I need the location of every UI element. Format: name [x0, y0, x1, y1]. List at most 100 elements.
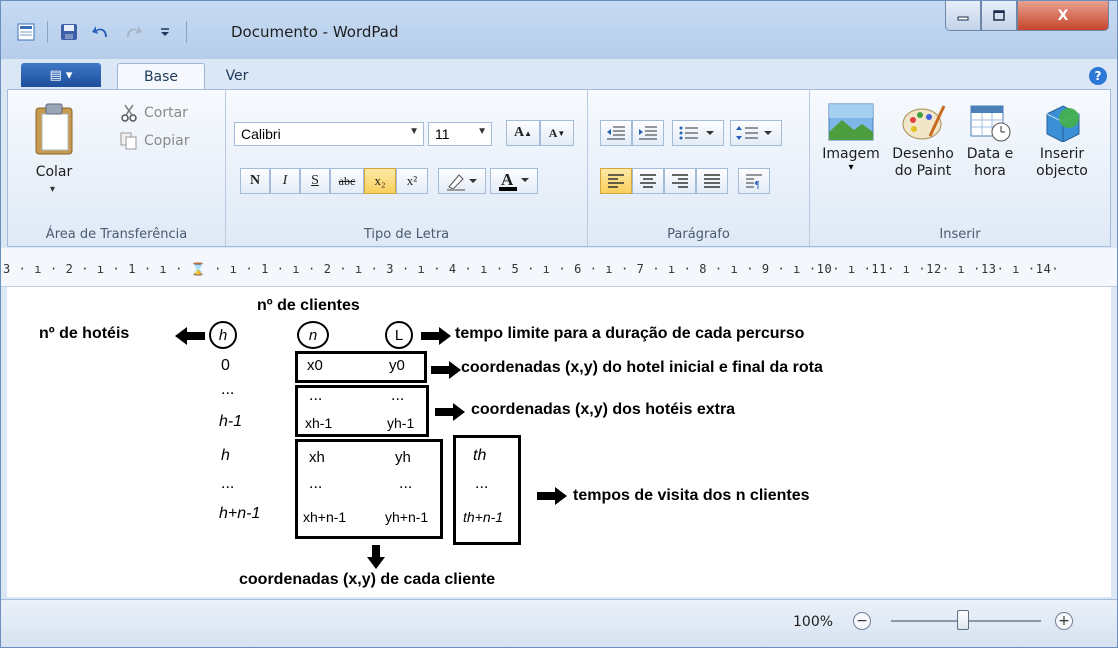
close-button[interactable]: X [1017, 1, 1109, 31]
cut-button[interactable]: Cortar [120, 104, 188, 122]
wordpad-window: Documento - WordPad X ▤ ▾ Base Ver ? Col… [0, 0, 1118, 648]
font-group: Calibri ▼ 11 ▼ A ▲ A ▼ N I S abc x₂ x² A T… [226, 90, 588, 246]
y-h-plus-n-minus-1-value: yh+n-1 [385, 509, 429, 525]
align-center-button[interactable] [632, 168, 664, 194]
window-title: Documento - WordPad [231, 23, 399, 41]
font-family-select[interactable]: Calibri ▼ [234, 122, 424, 146]
align-left-icon [608, 174, 624, 188]
minimize-button[interactable] [945, 1, 981, 31]
x-dots-2: ... [309, 475, 323, 492]
paragraph-group-label: Parágrafo [667, 227, 730, 242]
insert-datetime-button[interactable]: Data e hora [960, 102, 1020, 180]
paste-label: Colar [35, 164, 73, 180]
circle-h: h [209, 321, 237, 349]
copy-icon [120, 132, 137, 150]
cut-label: Cortar [144, 105, 188, 121]
tab-base[interactable]: Base [117, 63, 205, 90]
copy-button[interactable]: Copiar [120, 132, 189, 150]
coords-clients-label: coordenadas (x,y) de cada cliente [239, 571, 496, 588]
increase-indent-icon [639, 126, 657, 140]
bold-button[interactable]: N [240, 168, 270, 194]
file-menu-button[interactable]: ▤ ▾ [21, 63, 101, 87]
ribbon-tabs: ▤ ▾ Base Ver ? [1, 59, 1117, 90]
maximize-icon [993, 10, 1005, 21]
insert-group-label: Inserir [939, 227, 981, 242]
maximize-button[interactable] [981, 1, 1017, 31]
y-h-minus-1-value: yh-1 [387, 415, 415, 431]
paint-label-2: do Paint [894, 163, 952, 179]
left-arrow-icon [175, 327, 205, 345]
ruler[interactable]: 3 · ı · 2 · ı · 1 · ı · ⌛ · ı · 1 · ı · … [1, 248, 1117, 287]
paste-dropdown-icon[interactable]: ▾ [50, 184, 55, 195]
row-h-index: h [221, 447, 230, 464]
grow-font-icon: A [513, 125, 525, 140]
font-color-button[interactable]: A [490, 168, 538, 194]
t-dots: ... [475, 475, 489, 492]
bullet-list-button[interactable] [672, 120, 724, 146]
subscript-button[interactable]: x₂ [364, 168, 396, 194]
superscript-button[interactable]: x² [396, 168, 428, 194]
align-left-button[interactable] [600, 168, 632, 194]
datetime-label-1: Data e [966, 146, 1014, 162]
wordpad-app-icon[interactable] [15, 21, 37, 43]
svg-text:A: A [501, 170, 514, 189]
file-menu-icon: ▤ ▾ [49, 67, 73, 83]
save-icon[interactable] [58, 21, 80, 43]
decrease-indent-icon [607, 126, 625, 140]
font-size-select[interactable]: 11 ▼ [428, 122, 492, 146]
coords-extra-label: coordenadas (x,y) dos hotéis extra [471, 401, 736, 418]
zoom-in-button[interactable]: + [1055, 612, 1073, 630]
clipboard-group: Colar ▾ Cortar Copiar Área de Transferên… [8, 90, 226, 246]
y-h-value: yh [395, 449, 411, 466]
line-spacing-button[interactable] [730, 120, 782, 146]
minus-icon: − [856, 613, 868, 629]
underline-button[interactable]: S [300, 168, 330, 194]
time-limit-label: tempo limite para a duração de cada perc… [455, 325, 805, 342]
paste-button[interactable]: Colar ▾ [32, 102, 76, 195]
qat-separator [186, 21, 187, 43]
n-hotels-label: nº de hotéis [39, 325, 130, 342]
highlight-color-button[interactable] [438, 168, 486, 194]
insert-group: Imagem ▾ Desenho do Paint Data e hora Inse… [810, 90, 1110, 246]
insert-paint-button[interactable]: Desenho do Paint [888, 102, 958, 180]
close-icon: X [1057, 7, 1069, 24]
x-h-value: xh [309, 449, 325, 466]
circle-L: L [385, 321, 413, 349]
redo-icon[interactable] [122, 21, 144, 43]
paragraph-settings-button[interactable]: ¶ [738, 168, 770, 194]
increase-indent-button[interactable] [632, 120, 664, 146]
paint-label-1: Desenho [892, 146, 954, 162]
insert-object-button[interactable]: Inserir objecto [1028, 102, 1096, 180]
image-dropdown-icon: ▾ [848, 162, 854, 173]
zoom-out-button[interactable]: − [853, 612, 871, 630]
chevron-down-icon: ▼ [477, 126, 487, 137]
strikethrough-button[interactable]: abc [330, 168, 364, 194]
grow-font-button[interactable]: A ▲ [506, 120, 540, 146]
help-icon[interactable]: ? [1089, 67, 1107, 85]
undo-icon[interactable] [90, 21, 112, 43]
paragraph-group: ¶ Parágrafo [588, 90, 810, 246]
italic-button[interactable]: I [270, 168, 300, 194]
justify-button[interactable] [696, 168, 728, 194]
x-h-plus-n-minus-1-value: xh+n-1 [303, 509, 347, 525]
row-dots-1: ... [221, 381, 235, 398]
customize-qat-icon[interactable] [154, 21, 176, 43]
insert-image-button[interactable]: Imagem ▾ [818, 102, 884, 173]
coords-start-end-label: coordenadas (x,y) do hotel inicial e fin… [461, 359, 823, 376]
paint-palette-icon [902, 105, 946, 140]
zoom-slider-thumb[interactable] [957, 610, 969, 630]
qat-separator [47, 21, 48, 43]
align-center-icon [640, 174, 656, 188]
paste-icon [35, 103, 73, 155]
align-right-button[interactable] [664, 168, 696, 194]
document-area[interactable]: nº de clientes nº de hotéis h n L tempo … [7, 287, 1111, 597]
decrease-indent-button[interactable] [600, 120, 632, 146]
row-h-minus-1-index: h-1 [219, 413, 243, 430]
visit-times-label: tempos de visita dos n clientes [573, 487, 810, 504]
object-cube-icon [1046, 105, 1080, 143]
font-size-value: 11 [435, 126, 450, 142]
x-h-minus-1-value: xh-1 [305, 415, 333, 431]
shrink-font-button[interactable]: A ▼ [540, 120, 574, 146]
ruler-scale: 3 · ı · 2 · ı · 1 · ı · ⌛ · ı · 1 · ı · … [3, 262, 1060, 276]
tab-ver[interactable]: Ver [207, 63, 267, 89]
